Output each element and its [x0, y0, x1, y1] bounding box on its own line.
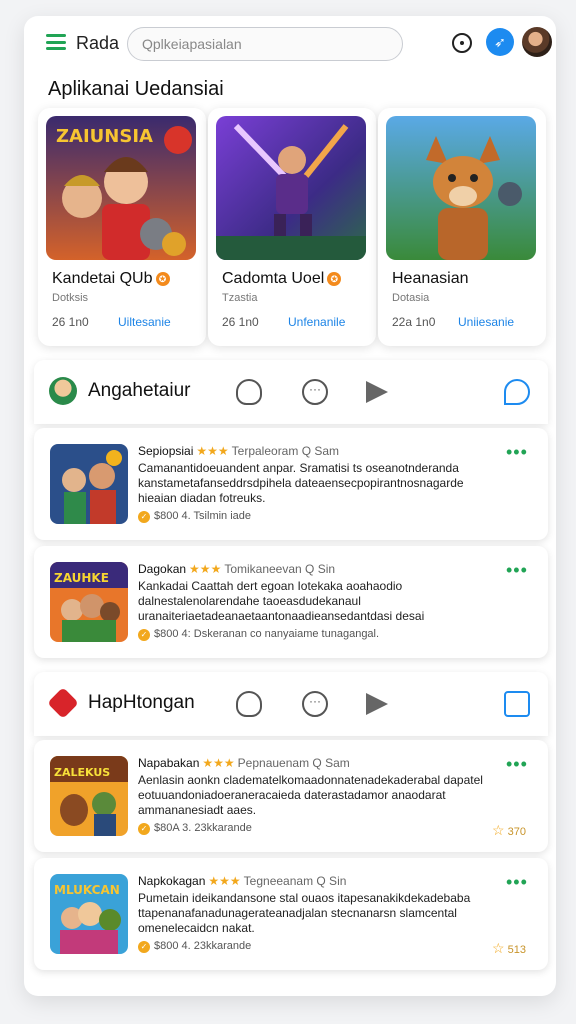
- featured-art: [386, 116, 536, 260]
- post-thumbnail: MLUKCAN: [50, 874, 128, 954]
- list-item[interactable]: ZALEKUS Napabakan ★★★ Pepnauenam Q Sam Aen…: [34, 740, 548, 852]
- featured-title: Heanasian: [392, 270, 469, 287]
- featured-card[interactable]: Cadomta Uoel ✪ Tzastia 26 1n0 Unfenanile: [208, 108, 376, 346]
- check-icon: ✓: [138, 511, 150, 523]
- list-item[interactable]: ZAUHKE Dagokan ★★★ Tomikaneevan Q Sin Kank…: [34, 546, 548, 658]
- chat-icon[interactable]: [302, 691, 328, 717]
- post-body: Aenlasin aonkn cladematelkomaadonnatenad…: [138, 773, 483, 817]
- menu-icon[interactable]: [46, 34, 66, 50]
- post-footer: ✓ $800 4: Dskeranan co nanyaiame tunagang…: [138, 628, 379, 641]
- post-footer: ✓ $80A 3. 23kkarande: [138, 822, 252, 835]
- featured-link[interactable]: Uniiesanie: [458, 315, 514, 329]
- featured-subtitle: Dotasia: [392, 292, 430, 304]
- rating-badge: ☆ 513: [492, 940, 526, 956]
- featured-link[interactable]: Uiltesanie: [118, 315, 171, 329]
- post-thumbnail: [50, 444, 128, 524]
- featured-link[interactable]: Unfenanile: [288, 315, 345, 329]
- star-rating-icon: ★★★: [202, 756, 235, 770]
- section-header: HapHtongan: [34, 672, 548, 736]
- award-icon: ✪: [327, 272, 342, 286]
- featured-meta: 26 1n0: [52, 315, 89, 329]
- featured-subtitle: Tzastia: [222, 292, 258, 304]
- more-options-icon[interactable]: •••: [506, 560, 528, 581]
- check-icon: ✓: [138, 629, 150, 641]
- user-avatar[interactable]: [522, 27, 552, 57]
- post-title: Sepiopsiai ★★★ Terpaleoram Q Sam: [138, 444, 340, 458]
- more-options-icon[interactable]: •••: [506, 754, 528, 775]
- search-input[interactable]: [127, 27, 403, 61]
- star-icon: ☆: [492, 822, 505, 838]
- star-rating-icon: ★★★: [196, 444, 229, 458]
- share-icon[interactable]: [504, 691, 530, 717]
- featured-meta: 26 1n0: [222, 315, 259, 329]
- post-title: Napkokagan ★★★ Tegneeanam Q Sin: [138, 874, 347, 888]
- featured-subtitle: Dotksis: [52, 292, 89, 304]
- thumb-text: ZALEKUS: [54, 766, 110, 779]
- section-name: HapHtongan: [88, 692, 195, 713]
- check-icon: ✓: [138, 823, 150, 835]
- section-logo-icon: [47, 687, 79, 719]
- more-options-icon[interactable]: •••: [506, 442, 528, 463]
- thumb-text: ZAUHKE: [54, 571, 109, 585]
- app-window: Rada ➶ Aplikanai Uedansiai ZAIUNSIA Kand…: [24, 16, 556, 996]
- featured-art-text: ZAIUNSIA: [56, 126, 153, 147]
- rating-badge: ☆ 370: [492, 822, 526, 838]
- send-icon[interactable]: [366, 381, 388, 403]
- star-rating-icon: ★★★: [208, 874, 241, 888]
- app-brand: Rada: [76, 33, 120, 53]
- user-icon[interactable]: [236, 379, 262, 405]
- top-bar: Rada ➶: [24, 16, 556, 72]
- send-icon[interactable]: [366, 693, 388, 715]
- featured-title: Kandetai QUb ✪: [52, 270, 170, 288]
- section-name: Angahetaiur: [88, 380, 191, 401]
- section-avatar-icon: [49, 377, 77, 405]
- list-item[interactable]: Sepiopsiai ★★★ Terpaleoram Q Sam Camananti…: [34, 428, 548, 540]
- post-body: Kankadai Caattah dert egoan Iotekaka aoa…: [138, 579, 438, 625]
- award-icon: ✪: [155, 272, 170, 286]
- featured-card[interactable]: Heanasian Dotasia 22a 1n0 Uniiesanie: [378, 108, 546, 346]
- post-body: Pumetain ideikandansone stal ouaos itape…: [138, 891, 471, 935]
- post-thumbnail: ZAUHKE: [50, 562, 128, 642]
- featured-meta: 22a 1n0: [392, 315, 436, 329]
- clock-icon[interactable]: [452, 33, 472, 53]
- more-options-icon[interactable]: •••: [506, 872, 528, 893]
- featured-art: [216, 116, 366, 260]
- list-item[interactable]: MLUKCAN Napkokagan ★★★ Tegneeanam Q Sin Pu…: [34, 858, 548, 970]
- post-footer: ✓ $800 4. 23kkarande: [138, 940, 251, 953]
- star-icon: ☆: [492, 940, 505, 956]
- check-icon: ✓: [138, 941, 150, 953]
- section-header: Angahetaiur: [34, 360, 548, 424]
- star-rating-icon: ★★★: [189, 562, 222, 576]
- featured-title: Cadomta Uoel ✪: [222, 270, 342, 288]
- share-icon[interactable]: [504, 379, 530, 405]
- featured-card[interactable]: ZAIUNSIA Kandetai QUb ✪ Dotksis 26 1n0 Ui…: [38, 108, 206, 346]
- user-icon[interactable]: [236, 691, 262, 717]
- featured-art: ZAIUNSIA: [46, 116, 196, 260]
- thumb-text: MLUKCAN: [54, 883, 120, 897]
- post-footer: ✓ $800 4. Tsilmin iade: [138, 510, 251, 523]
- post-title: Dagokan ★★★ Tomikaneevan Q Sin: [138, 562, 336, 576]
- post-thumbnail: ZALEKUS: [50, 756, 128, 836]
- post-title: Napabakan ★★★ Pepnauenam Q Sam: [138, 756, 350, 770]
- chat-icon[interactable]: [302, 379, 328, 405]
- post-body: Camanantidoeuandent anpar. Sramatisi ts …: [138, 461, 464, 505]
- section-title: Aplikanai Uedansiai: [48, 78, 224, 100]
- notification-icon[interactable]: ➶: [486, 28, 514, 56]
